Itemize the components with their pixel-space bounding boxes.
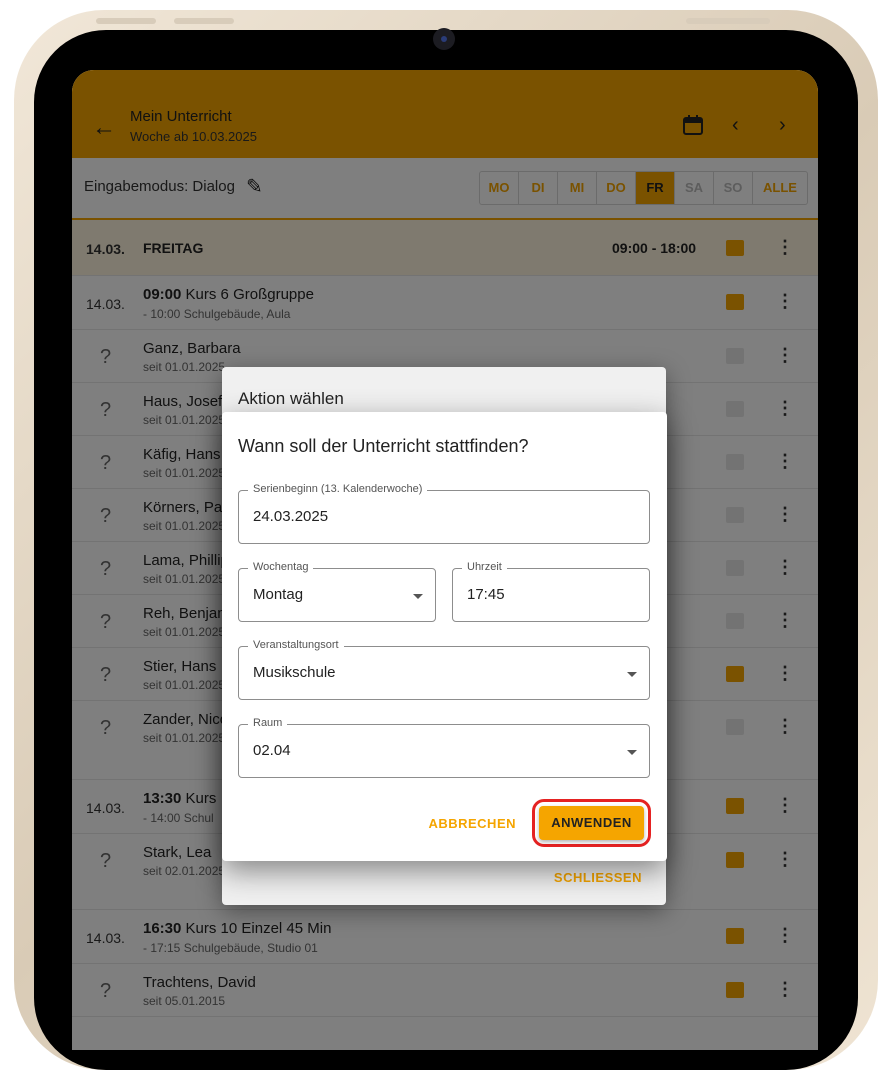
time-label: Uhrzeit [462,561,507,573]
venue-label: Veranstaltungsort [248,639,344,651]
room-value: 02.04 [253,742,291,759]
weekday-select[interactable]: Wochentag Montag [238,561,436,622]
time-field[interactable]: Uhrzeit 17:45 [452,561,650,622]
hardware-button [174,18,234,24]
series-start-field[interactable]: Serienbeginn (13. Kalenderwoche) 24.03.2… [238,483,650,544]
highlight-ring: ANWENDEN [532,799,651,847]
schedule-dialog: Wann soll der Unterricht stattfinden? Se… [222,412,667,861]
weekday-label: Wochentag [248,561,314,573]
series-start-value: 24.03.2025 [253,508,329,525]
weekday-value: Montag [253,586,304,603]
power-button [686,18,770,24]
hardware-button [96,18,156,24]
time-value: 17:45 [467,586,505,603]
dialog-actions: ABBRECHEN ANWENDEN [428,799,651,847]
venue-select[interactable]: Veranstaltungsort Musikschule [238,639,650,700]
venue-value: Musikschule [253,664,336,681]
room-label: Raum [248,717,288,729]
close-button[interactable]: SCHLIESSEN [554,870,642,885]
cancel-button[interactable]: ABBRECHEN [428,816,516,831]
dialog-title: Wann soll der Unterricht stattfinden? [238,436,529,456]
series-start-label: Serienbeginn (13. Kalenderwoche) [248,483,428,495]
apply-button[interactable]: ANWENDEN [539,806,644,840]
front-camera [433,28,455,50]
dropdown-arrow-icon[interactable] [627,672,637,677]
dropdown-arrow-icon[interactable] [627,750,637,755]
dropdown-arrow-icon[interactable] [413,594,423,599]
action-dialog-title: Aktion wählen [238,389,344,408]
app-screen: ← Mein Unterricht Woche ab 10.03.2025 ‹ … [72,70,818,1050]
room-select[interactable]: Raum 02.04 [238,717,650,778]
